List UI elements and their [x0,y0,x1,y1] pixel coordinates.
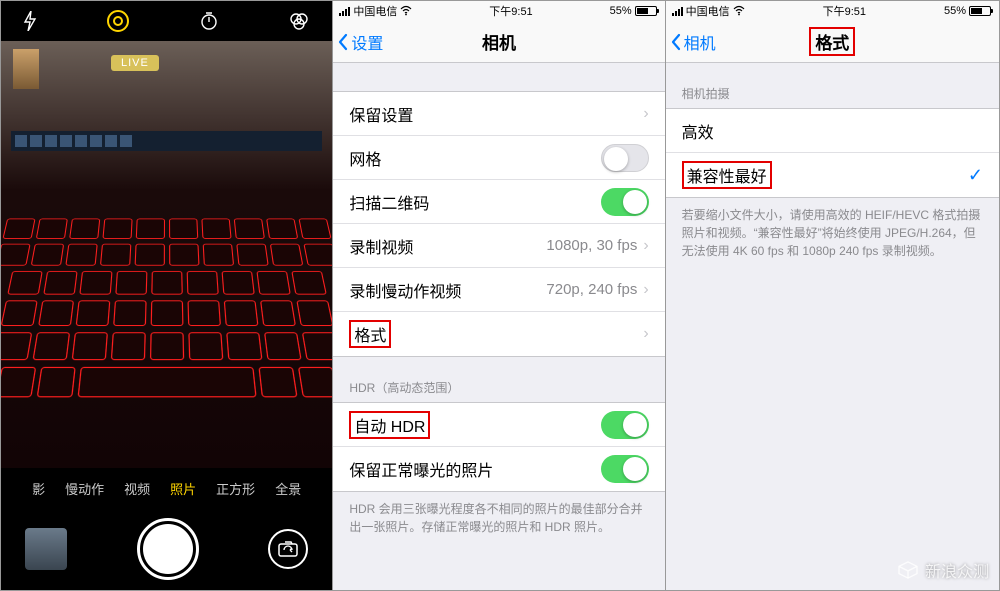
row-label: 录制视频 [349,234,413,258]
row-value: 1080p, 30 fps [546,237,637,254]
carrier-label: 中国电信 [686,3,730,19]
status-time: 下午9:51 [489,3,532,19]
row-label: 扫描二维码 [349,190,429,214]
row-label: 保留正常曝光的照片 [349,457,493,481]
row-label: 格式 [349,320,391,348]
wifi-icon [733,5,745,17]
back-button[interactable]: 设置 [333,30,383,54]
status-bar: 中国电信 下午9:51 55% [666,1,999,21]
battery-pct: 55% [944,5,966,17]
chevron-right-icon: › [643,237,648,255]
hdr-footnote: HDR 会用三张曝光程度各不相同的照片的最佳部分合并出一张照片。存储正常曝光的照… [333,492,664,536]
chevron-right-icon: › [643,281,648,299]
camera-viewfinder[interactable]: LIVE [1,41,332,468]
row-label: 自动 HDR [349,411,430,439]
viewfinder-laptop-taskbar [11,131,322,151]
battery-icon [969,6,991,16]
format-options-list: 高效 兼容性最好 ✓ [666,108,999,198]
chevron-right-icon: › [643,105,648,123]
mode-square[interactable]: 正方形 [216,479,255,498]
watermark-text: 新浪众测 [925,558,989,582]
back-label: 相机 [684,30,716,54]
back-label: 设置 [351,30,383,54]
camera-mode-bar[interactable]: 影 慢动作 视频 照片 正方形 全景 [1,468,332,508]
watermark-logo-icon [897,561,919,579]
signal-icon [339,7,350,16]
mode-cinematic[interactable]: 影 [32,479,45,498]
camera-shutter-bar [1,508,332,590]
row-grid[interactable]: 网格 [333,136,664,180]
camera-flip-button[interactable] [268,529,308,569]
viewfinder-keyboard [1,211,332,468]
toggle-scan-qr[interactable] [601,188,649,216]
group-header-hdr: HDR（高动态范围） [333,357,664,402]
settings-group-1: 保留设置 › 网格 扫描二维码 录制视频 1080p, 30 fps › 录制慢动… [333,91,664,357]
mode-photo[interactable]: 照片 [170,479,196,498]
toggle-grid[interactable] [601,144,649,172]
status-time: 下午9:51 [823,3,866,19]
row-label: 录制慢动作视频 [349,278,461,302]
row-keep-normal-photo[interactable]: 保留正常曝光的照片 [333,447,664,491]
settings-camera-screenshot: 中国电信 下午9:51 55% 设置 相机 保留设置 › 网格 [333,1,665,590]
row-label: 高效 [682,119,714,143]
row-most-compatible[interactable]: 兼容性最好 ✓ [666,153,999,197]
toggle-keep-normal[interactable] [601,455,649,483]
checkmark-icon: ✓ [968,165,983,186]
settings-format-screenshot: 中国电信 下午9:51 55% 相机 格式 相机拍摄 高效 兼容性最好 [666,1,999,590]
row-formats[interactable]: 格式 › [333,312,664,356]
flash-icon[interactable] [23,11,37,31]
row-auto-hdr[interactable]: 自动 HDR [333,403,664,447]
row-scan-qr[interactable]: 扫描二维码 [333,180,664,224]
group-header-capture: 相机拍摄 [666,63,999,108]
wifi-icon [400,5,412,17]
battery-pct: 55% [610,5,632,17]
battery-icon [635,6,657,16]
signal-icon [672,7,683,16]
mode-pano[interactable]: 全景 [275,479,301,498]
filters-icon[interactable] [288,11,310,31]
viewfinder-thumbnail [13,49,39,89]
row-value: 720p, 240 fps [546,281,637,298]
format-footnote: 若要缩小文件大小，请使用高效的 HEIF/HEVC 格式拍摄照片和视频。“兼容性… [666,198,999,260]
camera-top-toolbar [1,1,332,41]
mode-slomo[interactable]: 慢动作 [65,479,104,498]
camera-app-screenshot: LIVE 影 慢动作 视频 照片 正方形 全景 [1,1,333,590]
status-bar: 中国电信 下午9:51 55% [333,1,664,21]
nav-header: 相机 格式 [666,21,999,63]
row-label: 网格 [349,146,381,170]
last-photo-thumbnail[interactable] [25,528,67,570]
mode-video[interactable]: 视频 [124,479,150,498]
toggle-auto-hdr[interactable] [601,411,649,439]
watermark: 新浪众测 [897,558,989,582]
row-high-efficiency[interactable]: 高效 [666,109,999,153]
settings-group-hdr: 自动 HDR 保留正常曝光的照片 [333,402,664,492]
carrier-label: 中国电信 [353,3,397,19]
chevron-right-icon: › [643,325,648,343]
row-record-video[interactable]: 录制视频 1080p, 30 fps › [333,224,664,268]
row-label: 保留设置 [349,102,413,126]
shutter-button[interactable] [137,518,199,580]
back-button[interactable]: 相机 [666,30,716,54]
live-photo-icon[interactable] [107,10,129,32]
live-badge: LIVE [111,55,159,71]
nav-header: 设置 相机 [333,21,664,63]
timer-icon[interactable] [199,11,219,31]
row-keep-settings[interactable]: 保留设置 › [333,92,664,136]
row-label: 兼容性最好 [682,161,772,189]
row-record-slomo[interactable]: 录制慢动作视频 720p, 240 fps › [333,268,664,312]
